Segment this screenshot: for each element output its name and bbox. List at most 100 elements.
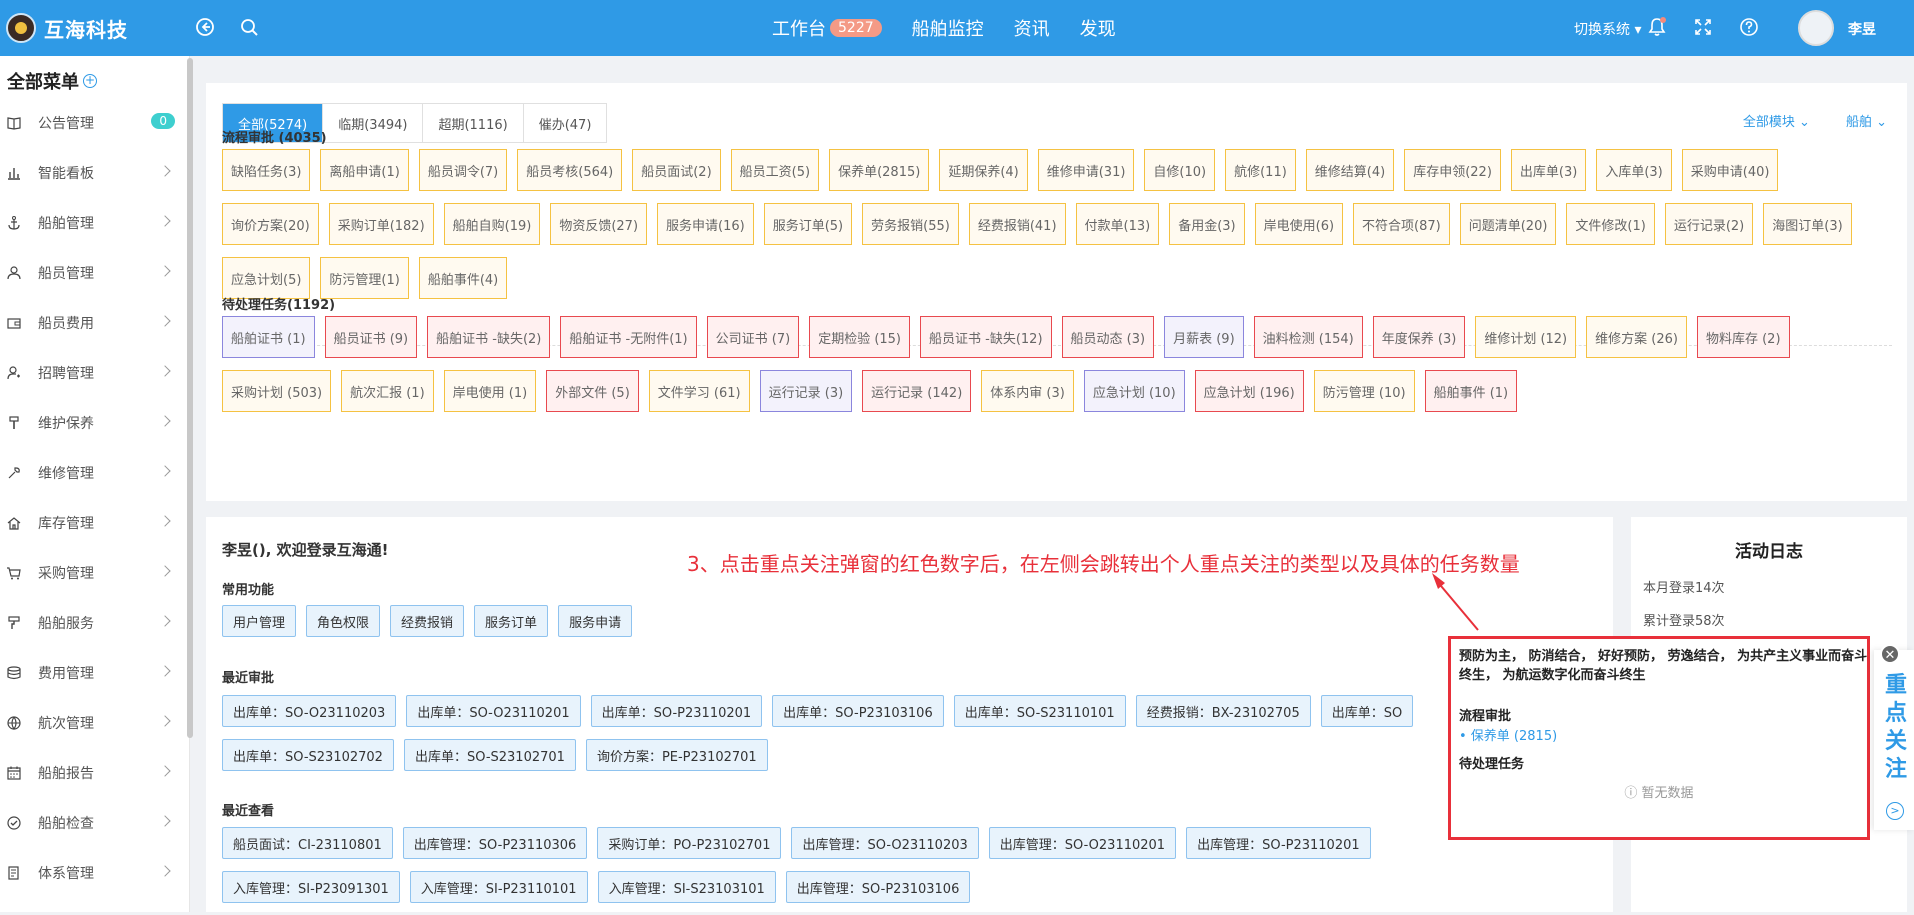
process-chip[interactable]: 应急计划(5) bbox=[222, 257, 311, 299]
process-chip[interactable]: 采购申请(40) bbox=[1681, 149, 1779, 191]
sidebar-item[interactable]: 库存管理 bbox=[0, 503, 185, 543]
recent-approval-item[interactable]: 出库单：SO-O23110203 bbox=[222, 695, 397, 727]
sidebar-item[interactable]: 智能看板 bbox=[0, 153, 185, 193]
process-chip[interactable]: 船舶事件(4) bbox=[418, 257, 508, 299]
pending-chip[interactable]: 船员证书 (9) bbox=[324, 316, 418, 358]
process-chip[interactable]: 付款单(13) bbox=[1075, 203, 1160, 245]
recent-view-item[interactable]: 入库管理：SI-S23103101 bbox=[597, 871, 776, 903]
recent-view-item[interactable]: 入库管理：SI-P23110101 bbox=[409, 871, 588, 903]
common-function-button[interactable]: 服务订单 bbox=[474, 605, 549, 637]
sidebar-item[interactable]: 招聘管理 bbox=[0, 353, 185, 393]
pending-chip[interactable]: 运行记录 (3) bbox=[759, 370, 853, 412]
focus-side-tab[interactable]: ✕ 重点关注 > bbox=[1874, 644, 1914, 830]
process-chip[interactable]: 服务申请(16) bbox=[657, 203, 754, 245]
sidebar-item[interactable]: 船员费用 bbox=[0, 303, 185, 343]
popup-maintenance-item[interactable]: • 保养单 (2815) bbox=[1459, 725, 1557, 744]
process-chip[interactable]: 船员工资(5) bbox=[730, 149, 820, 191]
recent-view-item[interactable]: 入库管理：SI-P23091301 bbox=[222, 871, 400, 903]
process-chip[interactable]: 岸电使用(6) bbox=[1254, 203, 1344, 245]
fullscreen-icon[interactable] bbox=[1692, 16, 1714, 38]
recent-approval-item[interactable]: 出库单：SO-P23110201 bbox=[590, 695, 763, 727]
process-chip[interactable]: 采购订单(182) bbox=[328, 203, 434, 245]
process-chip[interactable]: 船员面试(2) bbox=[632, 149, 721, 191]
sidebar-item[interactable]: 维修管理 bbox=[0, 453, 185, 493]
nav-ship-monitor[interactable]: 船舶监控 bbox=[912, 15, 984, 41]
process-chip[interactable]: 延期保养(4) bbox=[939, 149, 1028, 191]
pending-chip[interactable]: 运行记录 (142) bbox=[862, 370, 972, 412]
sidebar-item[interactable]: 船舶服务 bbox=[0, 603, 185, 643]
sidebar-item[interactable]: 船舶检查 bbox=[0, 803, 185, 843]
recent-approval-item[interactable]: 出库单：SO-S23102701 bbox=[403, 739, 576, 771]
tab-urge[interactable]: 催办(47) bbox=[524, 104, 607, 142]
sidebar-item[interactable]: 公告管理 0 bbox=[0, 103, 185, 143]
process-chip[interactable]: 运行记录(2) bbox=[1664, 203, 1754, 245]
common-function-button[interactable]: 角色权限 bbox=[306, 605, 381, 637]
pending-chip[interactable]: 航次汇报 (1) bbox=[341, 370, 434, 412]
sidebar-item[interactable]: 体系管理 bbox=[0, 853, 185, 893]
brand[interactable]: 互海科技 bbox=[6, 10, 128, 46]
process-chip[interactable]: 库存申领(22) bbox=[1404, 149, 1501, 191]
user-name[interactable]: 李昱 bbox=[1848, 19, 1876, 39]
module-filter-dropdown[interactable]: 全部模块 ⌄ bbox=[1725, 111, 1810, 130]
recent-approval-item[interactable]: 经费报销：BX-23102705 bbox=[1135, 695, 1311, 727]
process-chip[interactable]: 保养单(2815) bbox=[829, 149, 930, 191]
process-chip[interactable]: 物资反馈(27) bbox=[550, 203, 648, 245]
process-chip[interactable]: 海图订单(3) bbox=[1763, 203, 1852, 245]
bell-icon[interactable] bbox=[1646, 16, 1668, 38]
process-chip[interactable]: 经费报销(41) bbox=[968, 203, 1066, 245]
ship-filter-dropdown[interactable]: 船舶 ⌄ bbox=[1828, 111, 1887, 130]
pending-chip[interactable]: 应急计划 (196) bbox=[1194, 370, 1304, 412]
recent-approval-item[interactable]: 出库单：SO-S23110101 bbox=[953, 695, 1126, 727]
pending-chip[interactable]: 岸电使用 (1) bbox=[443, 370, 537, 412]
pending-chip[interactable]: 船员证书 -缺失(12) bbox=[920, 316, 1052, 358]
process-chip[interactable]: 文件修改(1) bbox=[1566, 203, 1655, 245]
pending-chip[interactable]: 船舶证书 -无附件(1) bbox=[560, 316, 697, 358]
pending-chip[interactable]: 外部文件 (5) bbox=[546, 370, 639, 412]
tab-overdue[interactable]: 超期(1116) bbox=[423, 104, 524, 142]
sidebar-item[interactable]: 采购管理 bbox=[0, 553, 185, 593]
search-icon[interactable] bbox=[238, 16, 260, 38]
process-chip[interactable]: 询价方案(20) bbox=[222, 203, 319, 245]
sidebar-item[interactable]: 费用管理 bbox=[0, 653, 185, 693]
process-chip[interactable]: 维修申请(31) bbox=[1037, 149, 1135, 191]
recent-approval-item[interactable]: 出库单：SO bbox=[1320, 695, 1414, 727]
avatar[interactable] bbox=[1798, 10, 1834, 46]
pending-chip[interactable]: 船舶事件 (1) bbox=[1424, 370, 1518, 412]
recent-approval-item[interactable]: 出库单：SO-S23102702 bbox=[222, 739, 394, 771]
sidebar-scrollbar[interactable] bbox=[187, 58, 193, 738]
nav-workbench[interactable]: 工作台 5227 bbox=[772, 15, 882, 41]
pending-chip[interactable]: 船员动态 (3) bbox=[1061, 316, 1155, 358]
pending-chip[interactable]: 维修计划 (12) bbox=[1475, 316, 1577, 358]
pending-chip[interactable]: 采购计划 (503) bbox=[222, 370, 332, 412]
process-chip[interactable]: 防污管理(1) bbox=[320, 257, 409, 299]
process-chip[interactable]: 船员调令(7) bbox=[418, 149, 508, 191]
pending-chip[interactable]: 物料库存 (2) bbox=[1696, 316, 1790, 358]
process-chip[interactable]: 不符合项(87) bbox=[1353, 203, 1450, 245]
process-chip[interactable]: 缺陷任务(3) bbox=[222, 149, 311, 191]
recent-approval-item[interactable]: 询价方案：PE-P23102701 bbox=[585, 739, 768, 771]
help-icon[interactable] bbox=[1738, 16, 1760, 38]
nav-news[interactable]: 资讯 bbox=[1014, 15, 1050, 41]
process-chip[interactable]: 维修结算(4) bbox=[1305, 149, 1395, 191]
recent-view-item[interactable]: 出库管理：SO-P23110201 bbox=[1186, 827, 1371, 859]
recent-approval-item[interactable]: 出库单：SO-P23103106 bbox=[772, 695, 944, 727]
recent-view-item[interactable]: 出库管理：SO-O23110201 bbox=[988, 827, 1177, 859]
pending-chip[interactable]: 应急计划 (10) bbox=[1083, 370, 1185, 412]
process-chip[interactable]: 备用金(3) bbox=[1169, 203, 1245, 245]
process-chip[interactable]: 服务订单(5) bbox=[763, 203, 853, 245]
switch-system-dropdown[interactable]: 切换系统 ▾ bbox=[1574, 19, 1641, 39]
recent-view-item[interactable]: 出库管理：SO-P23110306 bbox=[402, 827, 588, 859]
recent-view-item[interactable]: 采购订单：PO-P23102701 bbox=[597, 827, 782, 859]
pending-chip[interactable]: 船舶证书 -缺失(2) bbox=[427, 316, 551, 358]
close-icon[interactable]: ✕ bbox=[1880, 644, 1900, 664]
pending-chip[interactable]: 船舶证书 (1) bbox=[222, 316, 315, 358]
process-chip[interactable]: 问题清单(20) bbox=[1459, 203, 1557, 245]
common-function-button[interactable]: 服务申请 bbox=[558, 605, 633, 637]
common-function-button[interactable]: 用户管理 bbox=[222, 605, 297, 637]
next-icon[interactable]: > bbox=[1886, 802, 1904, 820]
recent-view-item[interactable]: 出库管理：SO-O23110203 bbox=[791, 827, 979, 859]
pending-chip[interactable]: 防污管理 (10) bbox=[1313, 370, 1415, 412]
sidebar-item[interactable]: 船舶管理 bbox=[0, 203, 185, 243]
process-chip[interactable]: 船舶自购(19) bbox=[443, 203, 541, 245]
pending-chip[interactable]: 文件学习 (61) bbox=[648, 370, 750, 412]
